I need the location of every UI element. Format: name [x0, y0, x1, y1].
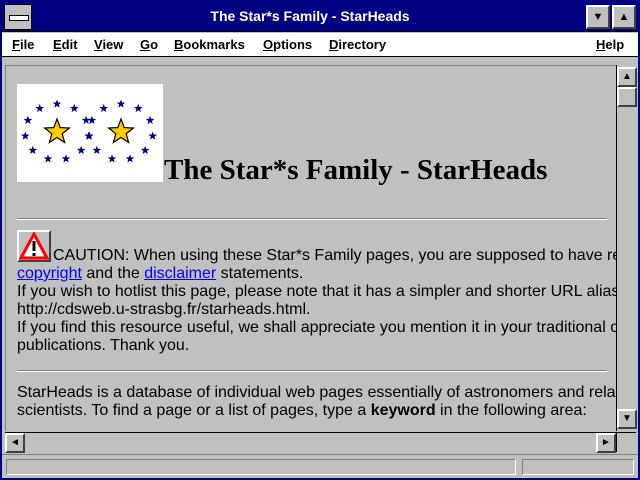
useful-text-2: publications. Thank you.	[17, 337, 190, 354]
caution-line: CAUTION: When using these Star*s Family …	[53, 247, 616, 264]
menu-bar: File Edit View Go Bookmarks Options Dire…	[2, 33, 638, 57]
menu-go[interactable]: Go	[140, 37, 158, 52]
scroll-thumb[interactable]	[617, 87, 637, 107]
intro-line-2-post: in the following area:	[435, 402, 587, 419]
copyright-link[interactable]: copyright	[17, 265, 82, 282]
caution-paragraph: CAUTION: When using these Star*s Family …	[17, 247, 616, 355]
and-the-text: and the	[81, 265, 145, 282]
intro-paragraph: StarHeads is a database of individual we…	[17, 384, 616, 420]
scroll-down-button[interactable]: ▼	[617, 409, 637, 429]
minimize-button[interactable]: ▼	[586, 5, 610, 29]
browser-window: The Star*s Family - StarHeads ▼ ▲ File E…	[0, 0, 640, 480]
progress-indicator	[522, 459, 634, 475]
scroll-up-button[interactable]: ▲	[617, 67, 637, 87]
menu-edit[interactable]: Edit	[53, 37, 78, 52]
page-heading: The Star*s Family - StarHeads	[164, 154, 548, 186]
horizontal-scrollbar[interactable]: ◄ ►	[5, 432, 616, 453]
status-bar	[2, 454, 638, 478]
window-title: The Star*s Family - StarHeads	[210, 8, 410, 24]
intro-line-1: StarHeads is a database of individual we…	[17, 384, 616, 401]
menu-help[interactable]: Help	[596, 37, 624, 52]
disclaimer-link[interactable]: disclaimer	[144, 265, 216, 282]
statements-text: statements.	[216, 265, 304, 282]
scroll-left-button[interactable]: ◄	[5, 433, 25, 453]
vertical-scrollbar[interactable]: ▲ ▼	[616, 65, 637, 431]
title-bar: The Star*s Family - StarHeads ▼ ▲	[2, 2, 638, 32]
content-viewport[interactable]: The Star*s Family - StarHeads CAUTION: W…	[5, 65, 616, 431]
divider	[17, 218, 607, 220]
alias-url-text: http://cdsweb.u-strasbg.fr/starheads.htm…	[17, 301, 311, 318]
scrollbar-corner	[616, 432, 636, 452]
menu-file[interactable]: File	[12, 37, 34, 52]
menu-view[interactable]: View	[94, 37, 123, 52]
maximize-button[interactable]: ▲	[612, 5, 636, 29]
menu-options[interactable]: Options	[263, 37, 312, 52]
scroll-right-button[interactable]: ►	[596, 433, 616, 453]
divider	[17, 370, 607, 372]
hotlist-text: If you wish to hotlist this page, please…	[17, 283, 616, 300]
keyword-text: keyword	[370, 402, 436, 419]
useful-text-1: If you find this resource useful, we sha…	[17, 319, 616, 336]
menu-directory[interactable]: Directory	[329, 37, 386, 52]
intro-line-2-pre: scientists. To find a page or a list of …	[17, 402, 371, 419]
stars-logo-icon	[17, 84, 163, 182]
system-menu-button[interactable]	[4, 4, 32, 30]
status-message	[6, 459, 516, 475]
menu-bookmarks[interactable]: Bookmarks	[174, 37, 245, 52]
